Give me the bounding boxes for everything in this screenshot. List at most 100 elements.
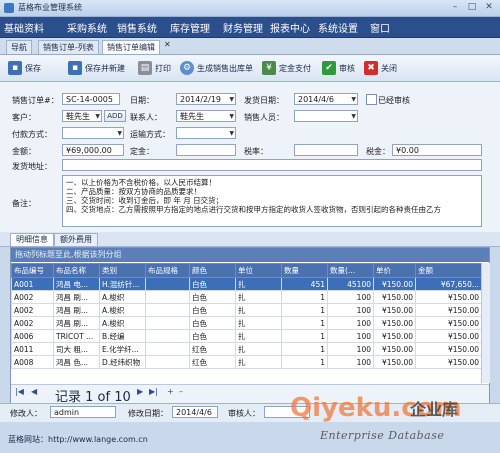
table-cell[interactable]: A002 [11, 290, 54, 304]
payment-method-field[interactable] [62, 127, 124, 139]
maximize-button[interactable]: □ [465, 2, 479, 13]
table-cell[interactable]: A.梭织 [99, 316, 146, 330]
delete-record-icon[interactable]: – [179, 387, 183, 396]
table-cell[interactable]: 鸿昌 刷... [53, 290, 100, 304]
table-cell[interactable]: 鸿昌 刷... [53, 316, 100, 330]
table-cell[interactable]: TRICOT ... [53, 329, 100, 343]
close-button[interactable]: ✖ 关闭 [364, 60, 397, 76]
table-cell[interactable]: ¥150.00 [415, 329, 482, 343]
table-cell[interactable]: ¥150.00 [373, 303, 416, 317]
column-header[interactable]: 类别 [99, 263, 146, 278]
ship-date-field[interactable]: 2014/4/6 [294, 93, 358, 105]
table-cell[interactable]: 白色 [189, 290, 236, 304]
column-header[interactable]: 布品名称 [53, 263, 100, 278]
modify-date-field[interactable]: 2014/4/6 [172, 406, 218, 418]
table-cell[interactable]: ¥150.00 [415, 290, 482, 304]
table-cell[interactable]: 红色 [189, 342, 236, 356]
table-cell[interactable]: ¥150.00 [373, 329, 416, 343]
table-cell[interactable]: ¥150.00 [415, 342, 482, 356]
table-cell[interactable]: 1 [281, 303, 328, 317]
tab-sales-order-edit[interactable]: 销售订单编辑 [102, 40, 160, 54]
table-cell[interactable]: A008 [11, 355, 54, 369]
table-cell[interactable]: ¥150.00 [373, 316, 416, 330]
menu-purchase[interactable]: 采购系统 [67, 20, 107, 35]
menu-window[interactable]: 窗口 [370, 20, 390, 35]
table-cell[interactable]: ¥150.00 [415, 303, 482, 317]
add-record-icon[interactable]: + [167, 387, 174, 396]
table-cell[interactable]: 100 [327, 342, 374, 356]
customer-field[interactable]: 鞋先生 [62, 110, 102, 122]
table-cell[interactable]: 扎 [235, 316, 282, 330]
column-header[interactable]: 数量 [281, 263, 328, 278]
table-cell[interactable]: A001 [11, 277, 54, 291]
table-cell[interactable]: B.经编 [99, 329, 146, 343]
table-cell[interactable]: 1 [281, 316, 328, 330]
table-cell[interactable]: ¥150.00 [415, 355, 482, 369]
menu-sales[interactable]: 销售系统 [117, 20, 157, 35]
table-cell[interactable]: 司大 粗... [53, 342, 100, 356]
address-field[interactable] [62, 159, 482, 171]
table-cell[interactable]: 45100 [327, 277, 374, 291]
add-customer-button[interactable]: ADD [104, 110, 126, 122]
table-cell[interactable]: 扎 [235, 303, 282, 317]
print-button[interactable]: ▤ 打印 [138, 60, 171, 76]
column-header[interactable]: 单位 [235, 263, 282, 278]
table-row[interactable]: A011 司大 粗... E.化学纤... 红色扎 1 100 ¥150.00 ¥150.00 [11, 342, 482, 356]
table-cell[interactable]: 扎 [235, 355, 282, 369]
table-cell[interactable]: 451 [281, 277, 328, 291]
table-row[interactable]: A008 鸿昌 色... D.经纬织物 红色扎 1 100 ¥150.00 ¥150.00 [11, 355, 482, 369]
deposit-field[interactable] [176, 144, 236, 156]
column-header[interactable]: 数量(... [327, 263, 374, 278]
table-cell[interactable]: ¥150.00 [373, 355, 416, 369]
table-row[interactable]: A002 鸿昌 刷... A.梭织 白色扎 1 100 ¥150.00 ¥150.00 [11, 290, 482, 304]
table-cell[interactable]: E.化学纤... [99, 342, 146, 356]
column-header[interactable]: 颜色 [189, 263, 236, 278]
table-cell[interactable]: 扎 [235, 342, 282, 356]
sales-person-field[interactable] [294, 110, 358, 122]
table-cell[interactable]: A011 [11, 342, 54, 356]
close-window-button[interactable]: ✕ [482, 2, 496, 13]
table-row[interactable]: A002 鸿昌 刷... A.梭织 白色扎 1 100 ¥150.00 ¥150.00 [11, 316, 482, 330]
column-header[interactable]: 金额 [415, 263, 482, 278]
save-new-button[interactable]: ▪ 保存并新建 [68, 60, 125, 76]
deposit-payment-button[interactable]: ¥ 定金支付 [262, 60, 311, 76]
table-cell[interactable]: 扎 [235, 290, 282, 304]
prev-record-icon[interactable]: ◀ [31, 387, 37, 396]
menu-settings[interactable]: 系统设置 [318, 20, 358, 35]
table-cell[interactable]: ¥150.00 [373, 342, 416, 356]
order-no-field[interactable]: SC-14-0005 [62, 93, 120, 105]
tab-navigation[interactable]: 导航 [6, 40, 32, 54]
audited-checkbox[interactable] [366, 94, 377, 105]
table-cell[interactable]: 鸿昌 电... [53, 277, 100, 291]
table-cell[interactable] [145, 342, 190, 356]
table-cell[interactable]: A006 [11, 329, 54, 343]
table-cell[interactable]: 白色 [189, 329, 236, 343]
table-cell[interactable]: 1 [281, 355, 328, 369]
tax-rate-field[interactable] [294, 144, 358, 156]
table-cell[interactable]: 1 [281, 342, 328, 356]
contact-field[interactable]: 鞋先生 [176, 110, 236, 122]
table-cell[interactable]: A.梭织 [99, 303, 146, 317]
table-cell[interactable]: 白色 [189, 277, 236, 291]
table-row[interactable]: A006 TRICOT ... B.经编 白色扎 1 100 ¥150.00 ¥150.00 [11, 329, 482, 343]
table-cell[interactable]: 扎 [235, 329, 282, 343]
minimize-button[interactable]: – [448, 2, 462, 13]
table-cell[interactable]: 100 [327, 329, 374, 343]
shipping-method-field[interactable] [176, 127, 236, 139]
table-cell[interactable]: 100 [327, 355, 374, 369]
remark-textarea[interactable]: 一、以上价格为不含税价格，以人民币结算！ 二、产品质量：按双方协商的品质要求！ … [62, 175, 482, 227]
menu-basic-data[interactable]: 基础资料 [4, 20, 44, 35]
table-cell[interactable]: ¥150.00 [373, 277, 416, 291]
audit-button[interactable]: ✔ 审核 [322, 60, 355, 76]
table-cell[interactable]: ¥150.00 [415, 316, 482, 330]
table-cell[interactable]: D.经纬织物 [99, 355, 146, 369]
date-field[interactable]: 2014/2/19 [176, 93, 236, 105]
table-cell[interactable]: 100 [327, 316, 374, 330]
table-cell[interactable]: 100 [327, 290, 374, 304]
table-cell[interactable]: 鸿昌 色... [53, 355, 100, 369]
menu-reports[interactable]: 报表中心 [270, 20, 310, 35]
first-record-icon[interactable]: |◀ [15, 387, 24, 396]
table-cell[interactable] [145, 355, 190, 369]
save-button[interactable]: ▪ 保存 [8, 60, 41, 76]
table-cell[interactable]: ¥150.00 [373, 290, 416, 304]
